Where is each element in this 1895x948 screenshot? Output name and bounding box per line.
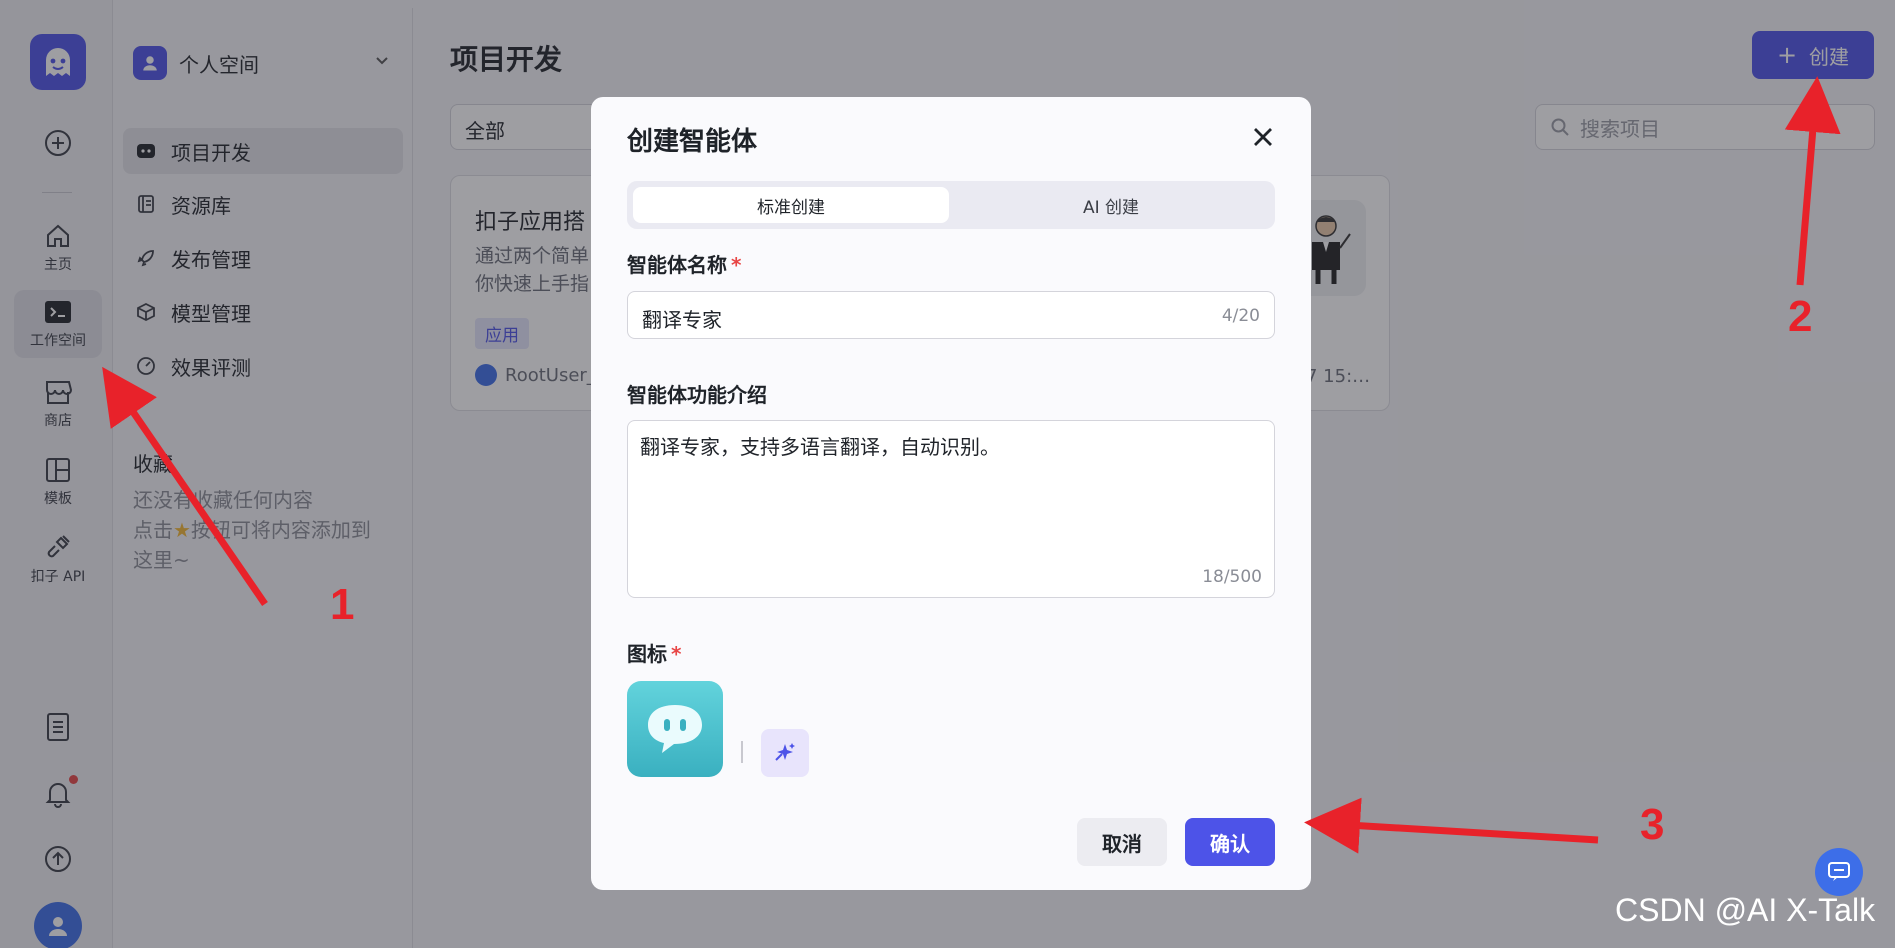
name-field-label: 智能体名称 * xyxy=(627,253,742,277)
agent-description-textarea[interactable]: 翻译专家，支持多语言翻译，自动识别。 18/500 xyxy=(627,420,1275,598)
help-chat-button[interactable] xyxy=(1815,848,1863,896)
name-char-counter: 4/20 xyxy=(1221,306,1260,326)
confirm-button[interactable]: 确认 xyxy=(1185,818,1275,866)
annotation-label-1: 1 xyxy=(330,580,355,629)
agent-description-value: 翻译专家，支持多语言翻译，自动识别。 xyxy=(640,435,1000,459)
agent-icon-preview[interactable] xyxy=(627,681,723,777)
annotation-label-3: 3 xyxy=(1640,800,1665,849)
ai-generate-icon-button[interactable] xyxy=(761,729,809,777)
description-field-label: 智能体功能介绍 xyxy=(627,383,767,407)
tab-ai-create[interactable]: AI 创建 xyxy=(953,187,1269,223)
tab-standard-create[interactable]: 标准创建 xyxy=(633,187,949,223)
icon-field-label: 图标 * xyxy=(627,642,682,666)
dialog-title: 创建智能体 xyxy=(627,127,758,157)
close-icon xyxy=(1254,128,1272,146)
chat-bubble-icon xyxy=(648,705,702,753)
description-char-counter: 18/500 xyxy=(1202,567,1262,587)
cancel-button[interactable]: 取消 xyxy=(1077,818,1167,866)
required-mark: * xyxy=(731,253,742,277)
annotation-label-2: 2 xyxy=(1788,292,1813,341)
icon-divider xyxy=(741,741,743,763)
watermark: CSDN @AI X-Talk xyxy=(1615,892,1876,928)
message-icon xyxy=(1828,862,1850,881)
close-button[interactable] xyxy=(1243,117,1283,157)
create-mode-tabs: 标准创建 AI 创建 xyxy=(627,181,1275,229)
required-mark: * xyxy=(671,642,682,666)
create-agent-dialog: 创建智能体 标准创建 AI 创建 智能体名称 * 翻译专家 4/20 智能体功能介… xyxy=(591,97,1311,890)
agent-name-input[interactable]: 翻译专家 4/20 xyxy=(627,291,1275,339)
sparkle-icon xyxy=(775,743,795,761)
agent-name-value: 翻译专家 xyxy=(642,308,722,332)
